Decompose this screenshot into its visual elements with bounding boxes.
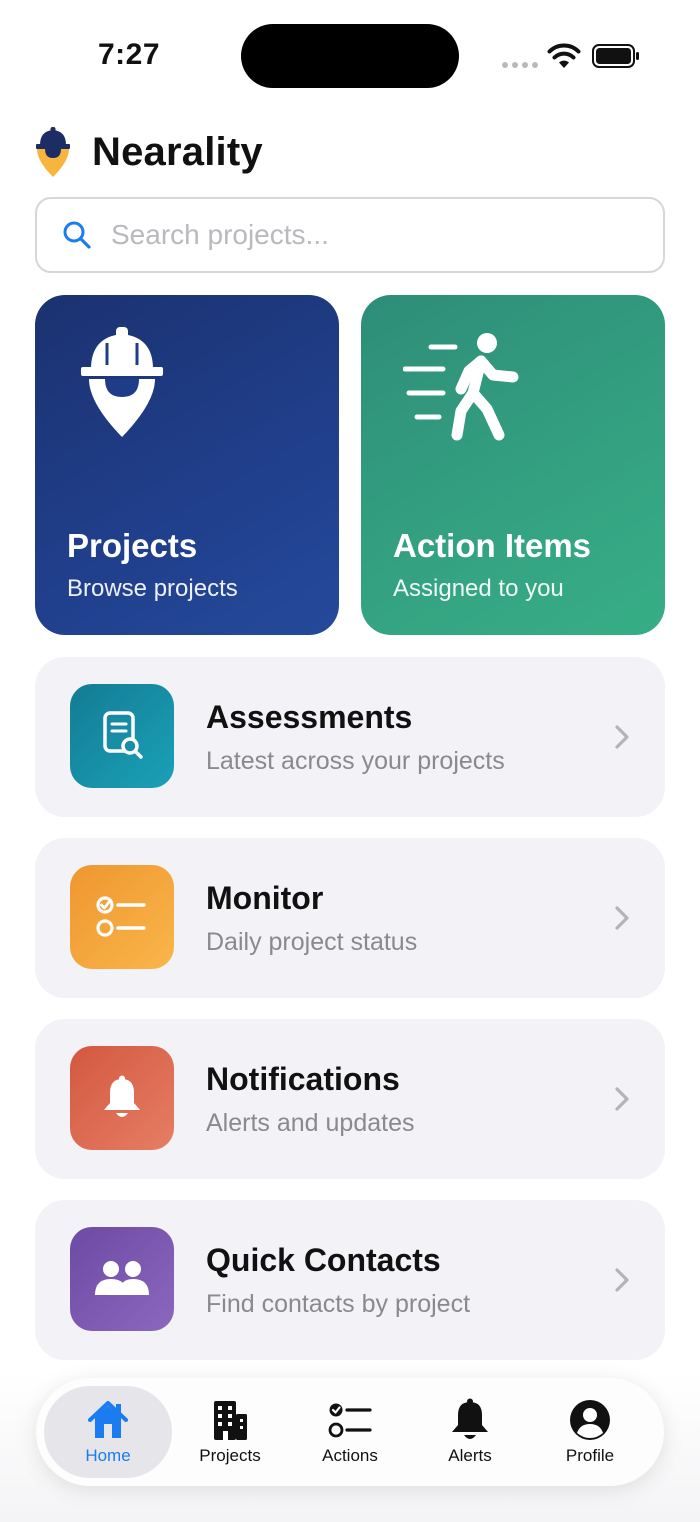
search-input[interactable] xyxy=(111,219,663,251)
tab-home[interactable]: Home xyxy=(44,1386,172,1478)
projects-tile[interactable]: Projects Browse projects xyxy=(35,295,339,635)
chevron-right-icon xyxy=(615,1087,629,1111)
person-circle-icon xyxy=(570,1400,610,1440)
tab-profile-label: Profile xyxy=(565,1446,615,1465)
projects-tile-title: Projects xyxy=(67,527,198,564)
dynamic-island xyxy=(241,24,459,88)
quick-contacts-title: Quick Contacts xyxy=(206,1242,441,1278)
home-icon xyxy=(88,1401,128,1438)
checklist-icon xyxy=(328,1403,372,1438)
notifications-icon-tile xyxy=(70,1046,174,1150)
quick-contacts-card[interactable]: Quick Contacts Find contacts by project xyxy=(35,1200,665,1360)
notifications-card[interactable]: Notifications Alerts and updates xyxy=(35,1019,665,1179)
building-icon xyxy=(214,1401,247,1440)
tab-projects-label: Projects xyxy=(199,1446,261,1465)
assessments-icon-tile xyxy=(70,684,174,788)
checklist-icon xyxy=(96,896,146,937)
people-icon xyxy=(95,1261,149,1295)
bell-icon xyxy=(452,1398,488,1439)
tab-home-label: Home xyxy=(85,1446,131,1465)
notifications-subtitle: Alerts and updates xyxy=(206,1109,415,1137)
action-items-tile-subtitle: Assigned to you xyxy=(393,575,564,602)
quick-contacts-subtitle: Find contacts by project xyxy=(206,1290,471,1318)
projects-tile-subtitle: Browse projects xyxy=(67,575,238,602)
tab-bar: Home Projects Actions Alerts Profile xyxy=(36,1378,664,1486)
status-bar: 7:27 xyxy=(0,0,700,110)
assessments-card[interactable]: Assessments Latest across your projects xyxy=(35,657,665,817)
walking-person-icon xyxy=(403,333,519,441)
search-icon xyxy=(63,221,91,249)
monitor-card[interactable]: Monitor Daily project status xyxy=(35,838,665,998)
battery-icon xyxy=(592,44,639,68)
quick-contacts-icon-tile xyxy=(70,1227,174,1331)
cellular-signal-icon xyxy=(502,62,538,68)
tab-profile[interactable]: Profile xyxy=(526,1386,654,1478)
assessments-subtitle: Latest across your projects xyxy=(206,747,505,775)
hardhat-pin-icon xyxy=(81,327,163,437)
monitor-icon-tile xyxy=(70,865,174,969)
notifications-title: Notifications xyxy=(206,1061,400,1097)
assessments-title: Assessments xyxy=(206,699,413,735)
chevron-right-icon xyxy=(615,906,629,930)
app-title: Nearality xyxy=(92,129,263,174)
action-items-tile-title: Action Items xyxy=(393,527,592,564)
home-screen: 7:27 Nearality Search projects... Projec… xyxy=(0,0,700,1522)
monitor-subtitle: Daily project status xyxy=(206,928,418,956)
bell-icon xyxy=(104,1075,140,1117)
app-header: Nearality xyxy=(34,124,263,180)
tab-alerts[interactable]: Alerts xyxy=(406,1386,534,1478)
chevron-right-icon xyxy=(615,1268,629,1292)
app-logo-icon xyxy=(36,127,70,177)
wifi-icon xyxy=(547,43,581,68)
action-items-tile[interactable]: Action Items Assigned to you xyxy=(361,295,665,635)
tab-actions-label: Actions xyxy=(322,1446,378,1465)
document-search-icon xyxy=(103,711,143,759)
tab-actions[interactable]: Actions xyxy=(286,1386,414,1478)
chevron-right-icon xyxy=(615,725,629,749)
tab-alerts-label: Alerts xyxy=(448,1446,492,1465)
search-bar[interactable] xyxy=(35,197,665,273)
tab-projects[interactable]: Projects xyxy=(166,1386,294,1478)
status-time: 7:27 xyxy=(98,38,161,71)
monitor-title: Monitor xyxy=(206,880,324,916)
